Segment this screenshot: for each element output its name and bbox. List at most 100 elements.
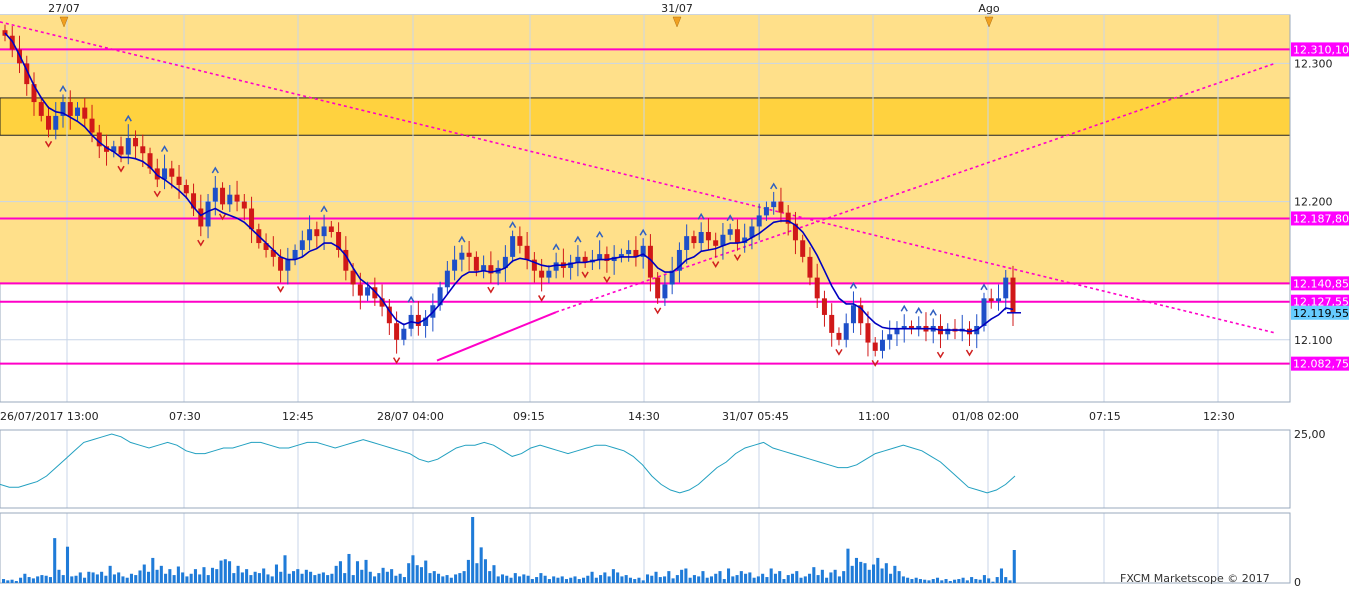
candle-10[interactable] bbox=[75, 107, 81, 116]
candle-31[interactable] bbox=[227, 194, 233, 205]
trading-chart[interactable]: 27/07 31/07 Ago 12.300 12.200 12.100 12.310,10… bbox=[0, 0, 1349, 589]
candle-55[interactable] bbox=[401, 328, 407, 340]
volume-bar-90 bbox=[385, 571, 389, 583]
candle-45[interactable] bbox=[328, 226, 334, 232]
volume-bar-86 bbox=[368, 571, 372, 583]
candle-61[interactable] bbox=[444, 270, 450, 288]
candle-43[interactable] bbox=[314, 229, 320, 237]
candle-113[interactable] bbox=[821, 298, 827, 315]
candle-18[interactable] bbox=[133, 138, 139, 147]
candle-107[interactable] bbox=[778, 201, 784, 213]
candle-50[interactable] bbox=[365, 287, 371, 296]
candle-79[interactable] bbox=[575, 256, 581, 263]
candle-137[interactable] bbox=[995, 298, 1001, 302]
candle-44[interactable] bbox=[321, 226, 327, 237]
candle-70[interactable] bbox=[510, 236, 516, 257]
candle-74[interactable] bbox=[539, 270, 545, 278]
candle-94[interactable] bbox=[684, 236, 690, 250]
candle-39[interactable] bbox=[285, 259, 291, 271]
candle-34[interactable] bbox=[249, 208, 255, 230]
candle-64[interactable] bbox=[466, 252, 472, 257]
candle-9[interactable] bbox=[67, 102, 73, 116]
candle-96[interactable] bbox=[698, 231, 704, 244]
volume-bar-106 bbox=[454, 574, 458, 583]
candle-99[interactable] bbox=[720, 234, 726, 246]
candle-12[interactable] bbox=[89, 118, 95, 133]
volume-bar-116 bbox=[496, 576, 500, 583]
price-panel[interactable] bbox=[0, 14, 1291, 403]
candle-120[interactable] bbox=[872, 342, 878, 351]
volume-bar-97 bbox=[415, 565, 419, 583]
candle-29[interactable] bbox=[212, 187, 218, 202]
candle-119[interactable] bbox=[865, 323, 871, 343]
volume-bar-142 bbox=[607, 576, 611, 583]
candle-25[interactable] bbox=[183, 185, 189, 194]
candle-66[interactable] bbox=[481, 265, 487, 271]
candle-139[interactable] bbox=[1010, 277, 1016, 313]
candle-115[interactable] bbox=[836, 332, 842, 340]
candle-135[interactable] bbox=[981, 298, 987, 326]
candle-63[interactable] bbox=[459, 252, 465, 260]
candle-49[interactable] bbox=[357, 284, 363, 296]
candle-100[interactable] bbox=[727, 229, 733, 235]
candle-86[interactable] bbox=[626, 249, 632, 255]
candle-7[interactable] bbox=[53, 115, 59, 130]
candle-111[interactable] bbox=[807, 256, 813, 278]
candle-123[interactable] bbox=[894, 328, 900, 335]
volume-bar-172 bbox=[735, 575, 739, 583]
volume-bar-75 bbox=[321, 572, 325, 583]
candle-114[interactable] bbox=[829, 314, 835, 333]
candle-11[interactable] bbox=[82, 107, 88, 119]
candle-27[interactable] bbox=[198, 208, 204, 227]
candle-48[interactable] bbox=[350, 270, 356, 285]
candle-57[interactable] bbox=[415, 314, 421, 326]
candle-54[interactable] bbox=[394, 323, 400, 340]
candle-104[interactable] bbox=[756, 215, 762, 227]
volume-bar-65 bbox=[279, 571, 283, 583]
candle-24[interactable] bbox=[176, 176, 182, 186]
candle-42[interactable] bbox=[307, 229, 313, 241]
candle-116[interactable] bbox=[843, 323, 849, 340]
volume-bar-69 bbox=[296, 569, 300, 583]
candle-75[interactable] bbox=[546, 270, 552, 278]
candle-95[interactable] bbox=[691, 236, 697, 244]
candle-101[interactable] bbox=[734, 229, 740, 244]
candle-19[interactable] bbox=[140, 146, 146, 154]
candle-106[interactable] bbox=[771, 201, 777, 208]
oscillator-panel[interactable] bbox=[0, 429, 1291, 509]
candle-121[interactable] bbox=[879, 339, 885, 351]
candle-98[interactable] bbox=[713, 240, 719, 246]
candle-138[interactable] bbox=[1003, 277, 1009, 299]
candle-62[interactable] bbox=[452, 259, 458, 271]
candle-30[interactable] bbox=[220, 187, 226, 205]
volume-bar-42 bbox=[181, 572, 185, 583]
candle-105[interactable] bbox=[763, 207, 769, 216]
candle-71[interactable] bbox=[517, 236, 523, 246]
candle-5[interactable] bbox=[38, 102, 44, 116]
candle-72[interactable] bbox=[524, 245, 530, 260]
candle-41[interactable] bbox=[299, 240, 305, 250]
candle-136[interactable] bbox=[988, 298, 994, 302]
candle-110[interactable] bbox=[800, 240, 806, 257]
volume-bar-15 bbox=[65, 546, 70, 583]
candle-6[interactable] bbox=[46, 115, 52, 130]
candle-91[interactable] bbox=[662, 284, 668, 299]
candle-16[interactable] bbox=[118, 146, 124, 155]
volume-panel[interactable] bbox=[0, 512, 1291, 584]
candle-97[interactable] bbox=[705, 231, 711, 241]
candle-76[interactable] bbox=[553, 262, 559, 271]
candle-117[interactable] bbox=[850, 305, 856, 324]
volume-bar-182 bbox=[778, 571, 782, 583]
candle-33[interactable] bbox=[241, 201, 247, 209]
level-label-2: 12.140,85 bbox=[1293, 277, 1349, 290]
candle-38[interactable] bbox=[278, 256, 284, 271]
candle-90[interactable] bbox=[655, 277, 661, 299]
candle-23[interactable] bbox=[169, 168, 175, 177]
candle-32[interactable] bbox=[234, 194, 240, 202]
candle-112[interactable] bbox=[814, 277, 820, 299]
volume-bar-219 bbox=[935, 577, 940, 583]
candle-17[interactable] bbox=[125, 138, 131, 155]
candle-122[interactable] bbox=[887, 334, 893, 340]
candle-65[interactable] bbox=[473, 256, 479, 271]
candle-28[interactable] bbox=[205, 201, 211, 227]
